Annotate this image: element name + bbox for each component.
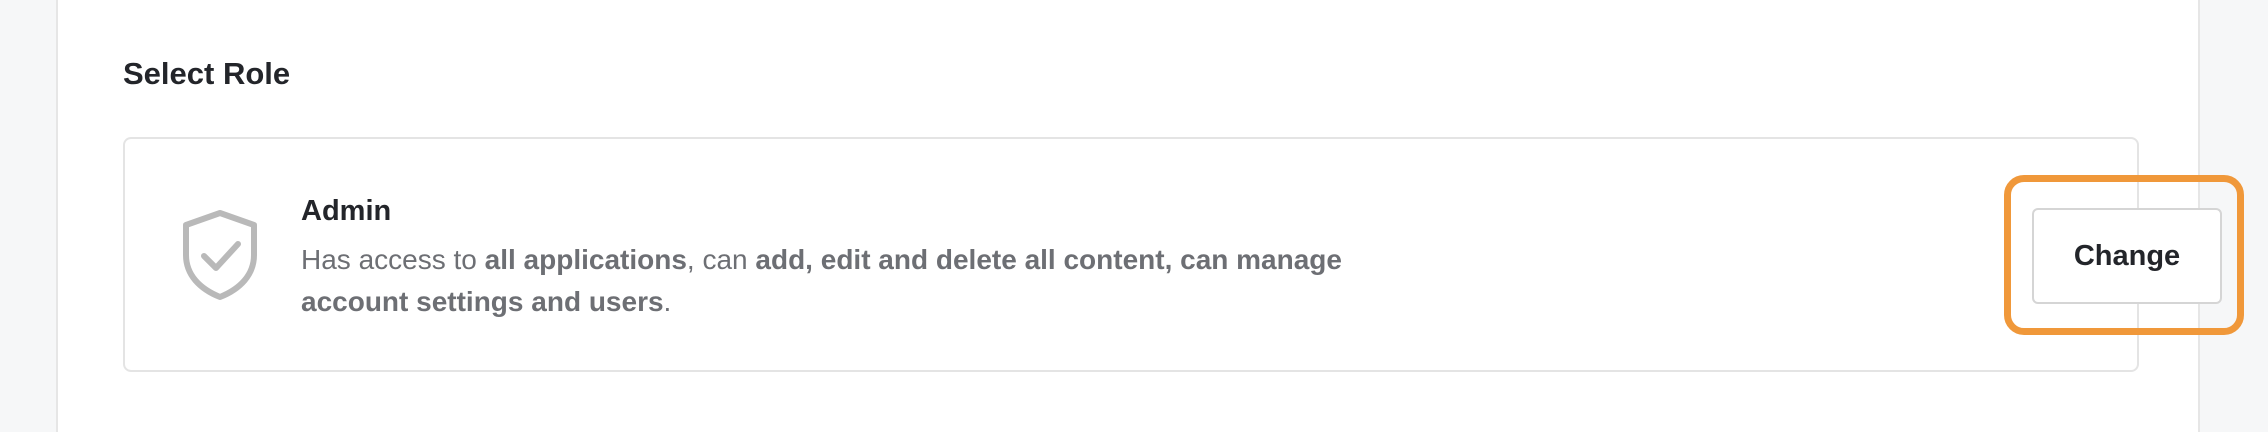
- shield-check-icon: [183, 210, 257, 300]
- section-title: Select Role: [123, 56, 291, 91]
- role-card: Admin Has access to all applications, ca…: [123, 137, 2244, 372]
- role-name: Admin: [301, 195, 392, 227]
- change-role-button[interactable]: Change: [2032, 208, 2222, 304]
- content-panel: Select Role Admin Has access to all appl…: [56, 0, 2244, 432]
- role-description: Has access to all applications, can add,…: [301, 244, 1342, 317]
